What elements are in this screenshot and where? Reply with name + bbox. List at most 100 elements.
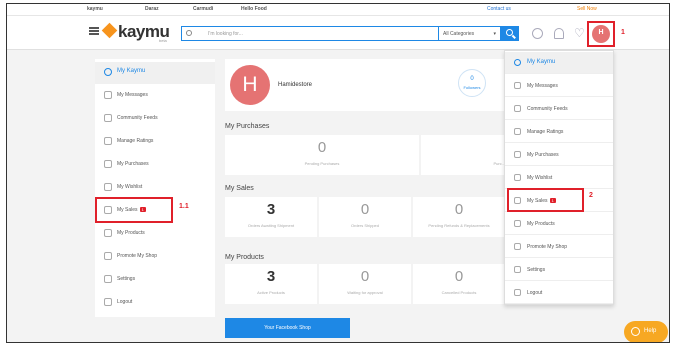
sidebar-item-text: My Messages [117, 92, 148, 98]
dropdown-item-label: Logout [527, 290, 542, 296]
dropdown-item-my-products[interactable]: My Products [505, 213, 613, 235]
highlight-box-avatar [587, 21, 615, 47]
message-icon [104, 91, 112, 99]
products-card-waiting[interactable]: 0 Waiting for approval [319, 264, 411, 304]
help-icon [631, 327, 640, 336]
search-placeholder: I'm looking for... [208, 31, 243, 37]
category-select[interactable]: All Categories ▾ [439, 26, 501, 41]
search-button[interactable] [501, 26, 519, 41]
sidebar-item-label: Community Feeds [117, 115, 158, 121]
purchases-card-other[interactable]: Purc... [421, 135, 505, 175]
dropdown-item-text: Promote My Shop [527, 244, 568, 250]
pending-purchases-value: 0 [317, 139, 327, 156]
waiting-approval-label: Waiting for approval [347, 290, 383, 295]
sidebar-item-text: My Wishlist [117, 184, 143, 190]
category-value: All Categories [443, 31, 475, 37]
dropdown-item-label: My Wishlist [527, 175, 552, 181]
orders-shipped-value: 0 [360, 201, 370, 218]
sidebar-item-my-products[interactable]: My Products [95, 223, 215, 245]
search-icon-handle [512, 34, 516, 39]
purchases-card-pending[interactable]: 0 Pending Purchases [225, 135, 419, 175]
dropdown-item-label: Promote My Shop [527, 244, 567, 250]
dropdown-item-settings[interactable]: Settings [505, 259, 613, 281]
power-icon [104, 298, 112, 306]
brand-link-carmudi[interactable]: Carmudi [193, 6, 213, 12]
heart-icon [104, 183, 112, 191]
sidebar-item-settings[interactable]: Settings [95, 269, 215, 291]
refunds-label: Pending Refunds & Replacements [428, 223, 490, 228]
dropdown-item-text: Manage Ratings [527, 129, 564, 135]
step-label-1-1: 1.1 [179, 203, 189, 210]
menu-icon[interactable] [89, 27, 99, 35]
bag-icon [104, 160, 112, 168]
facebook-shop-button[interactable]: Your Facebook Shop [225, 318, 350, 338]
star-icon [514, 128, 521, 135]
bell-icon[interactable] [554, 28, 564, 39]
dropdown-item-text: My Kaymu [527, 59, 556, 65]
promote-icon [104, 252, 112, 260]
sidebar-item-label: My Wishlist [117, 184, 142, 190]
sell-now-link[interactable]: Sell Now [577, 6, 597, 12]
dropdown-item-label: My Purchases [527, 152, 559, 158]
sidebar-item-text: My Purchases [117, 161, 149, 167]
dropdown-item-text: Logout [527, 290, 543, 296]
sidebar-item-text: My Products [117, 230, 145, 236]
sidebar-item-text: Community Feeds [117, 115, 158, 121]
sales-card-awaiting[interactable]: 3 Orders Awaiting Shipment [225, 197, 317, 237]
brand-link-hellofood[interactable]: Hello Food [241, 6, 267, 12]
sidebar-item-my-wishlist[interactable]: My Wishlist [95, 177, 215, 199]
dropdown-item-label: Community Feeds [527, 106, 568, 112]
products-card-cancelled[interactable]: 0 Cancelled Products [413, 264, 505, 304]
sidebar-item-my-purchases[interactable]: My Purchases [95, 154, 215, 176]
sidebar-item-promote-my-shop[interactable]: Promote My Shop [95, 246, 215, 268]
dropdown-item-my-purchases[interactable]: My Purchases [505, 144, 613, 166]
profile-icon [514, 59, 521, 66]
sidebar-item-logout[interactable]: Logout [95, 292, 215, 314]
dropdown-item-promote-my-shop[interactable]: Promote My Shop [505, 236, 613, 258]
wishlist-icon[interactable]: ♡ [574, 27, 585, 39]
step-label-2: 2 [589, 192, 593, 199]
waiting-approval-value: 0 [360, 268, 370, 285]
followers-label: Followers [463, 85, 481, 90]
sidebar-item-label: My Messages [117, 92, 148, 98]
search-input[interactable]: I'm looking for... [181, 26, 439, 41]
followers-badge[interactable]: 0 Followers [458, 69, 486, 97]
browser-frame: kaymu Daraz Carmudi Hello Food Contact u… [6, 3, 670, 343]
shop-name[interactable]: Hamidestore [278, 82, 312, 88]
feed-icon [104, 114, 112, 122]
header: kaymu beta I'm looking for... All Catego… [7, 16, 669, 50]
bag-icon [514, 151, 521, 158]
top-strip: kaymu Daraz Carmudi Hello Food Contact u… [7, 4, 669, 16]
dropdown-item-my-wishlist[interactable]: My Wishlist [505, 167, 613, 189]
sidebar-item-label: Manage Ratings [117, 138, 153, 144]
chat-icon[interactable] [532, 28, 543, 39]
logo-icon [101, 22, 118, 39]
avatar-letter: H [242, 73, 258, 96]
sidebar-item-label: Logout [117, 299, 132, 305]
sidebar-item-community-feeds[interactable]: Community Feeds [95, 108, 215, 130]
dropdown-item-label: Manage Ratings [527, 129, 563, 135]
dropdown-item-my-messages[interactable]: My Messages [505, 75, 613, 97]
dropdown-item-my-kaymu[interactable]: My Kaymu [505, 52, 613, 74]
products-card-active[interactable]: 3 Active Products [225, 264, 317, 304]
step-label-1: 1 [621, 29, 625, 36]
sidebar-item-my-messages[interactable]: My Messages [95, 85, 215, 107]
contact-link[interactable]: Contact us [487, 6, 511, 12]
sidebar-item-text: My Kaymu [117, 68, 146, 74]
purchases-title: My Purchases [225, 123, 270, 130]
purchases-other-label: Purc... [493, 161, 505, 166]
sidebar-item-my-kaymu[interactable]: My Kaymu [95, 62, 215, 84]
help-button[interactable]: Help [624, 321, 668, 342]
dropdown-item-community-feeds[interactable]: Community Feeds [505, 98, 613, 120]
products-title: My Products [225, 254, 264, 261]
message-icon [514, 82, 521, 89]
dropdown-item-manage-ratings[interactable]: Manage Ratings [505, 121, 613, 143]
brand-link-kaymu[interactable]: kaymu [87, 6, 103, 12]
sales-card-shipped[interactable]: 0 Orders Shipped [319, 197, 411, 237]
sales-card-refunds[interactable]: 0 Pending Refunds & Replacements [413, 197, 505, 237]
sidebar-item-manage-ratings[interactable]: Manage Ratings [95, 131, 215, 153]
dropdown-item-label: My Products [527, 221, 555, 227]
account-dropdown-menu: My Kaymu My Messages Community Feeds Manage… [504, 50, 614, 305]
brand-link-daraz[interactable]: Daraz [145, 6, 159, 12]
dropdown-item-logout[interactable]: Logout [505, 282, 613, 304]
